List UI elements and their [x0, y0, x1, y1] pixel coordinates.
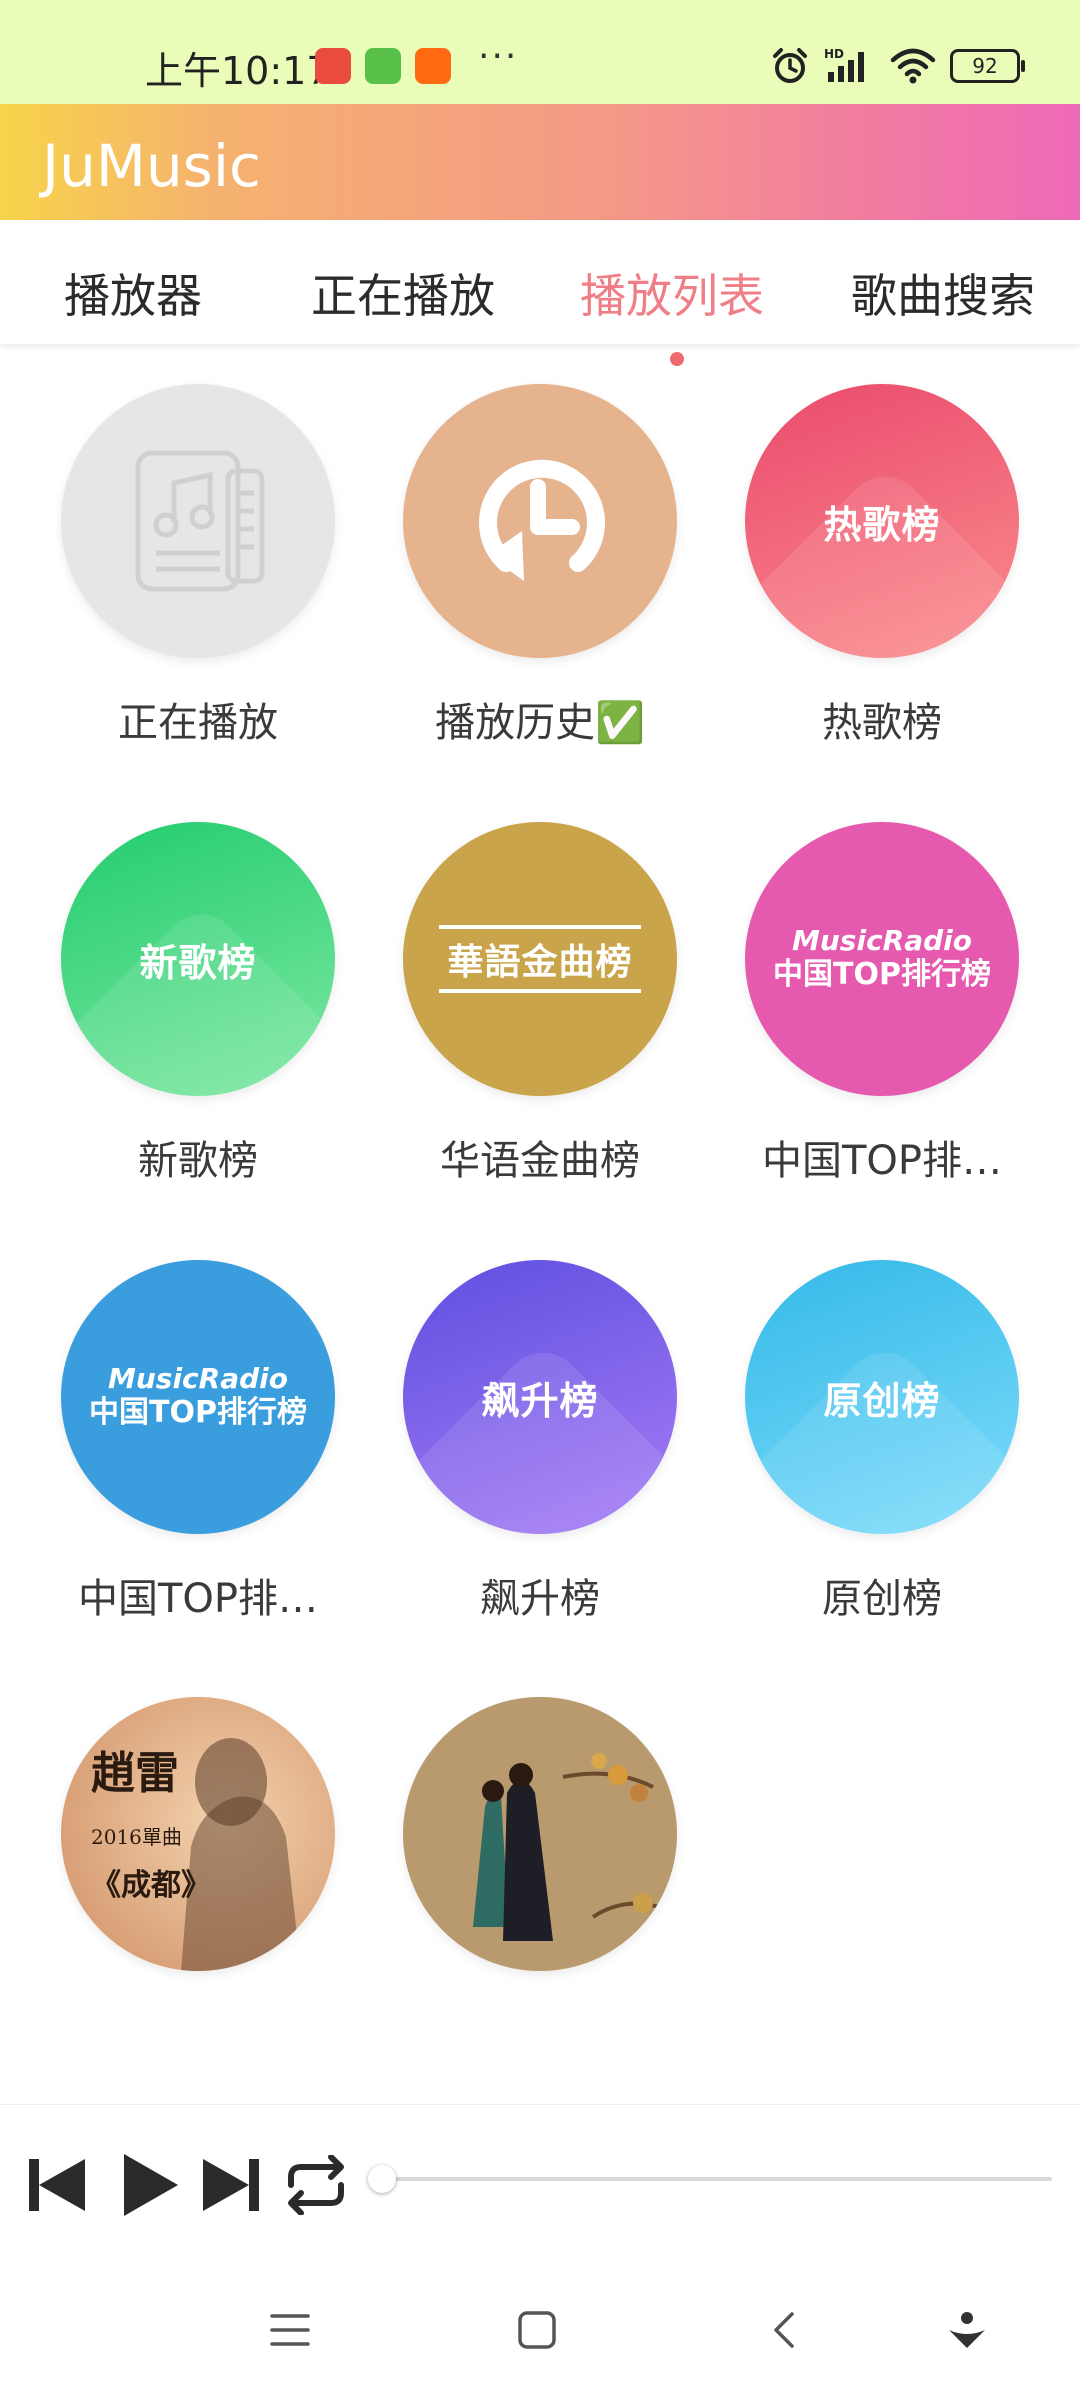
playlist-china-top-2[interactable]: MusicRadio 中国TOP排行榜 中国TOP排… [27, 1260, 369, 1680]
playlist-original[interactable]: 原创榜 原创榜 [711, 1260, 1053, 1680]
playlist-hot-songs[interactable]: 热歌榜 热歌榜 [711, 384, 1053, 804]
wifi-icon [890, 48, 936, 84]
signal-icon: HD [824, 47, 864, 82]
mini-player [0, 2104, 1080, 2261]
history-clock-icon [479, 459, 605, 581]
battery-level: 92 [972, 54, 998, 78]
progress-track[interactable] [384, 2177, 1052, 2181]
playlist-label: 飙升榜 [480, 1576, 600, 1622]
playlist-label: 原创榜 [822, 1576, 942, 1622]
cover-text: 原创榜 [823, 1378, 941, 1423]
cover-text: 飙升榜 [481, 1378, 599, 1423]
cover-text-bottom: 中国TOP排行榜 [89, 1395, 307, 1430]
tab-now-playing[interactable]: 正在播放 [311, 260, 495, 326]
playlist-cover: 新歌榜 [61, 822, 335, 1096]
playlist-cover [403, 1697, 677, 1971]
svg-text:HD: HD [824, 47, 844, 61]
progress-thumb[interactable] [368, 2165, 396, 2193]
playlist-cover: 飙升榜 [403, 1260, 677, 1534]
playlist-chengdu[interactable]: 趙雷 2016單曲 《成都》 [27, 1697, 369, 2117]
cover-text-bottom: 中国TOP排行榜 [773, 957, 991, 992]
cover-text-artist: 趙雷 [91, 1748, 179, 1799]
app-bar: JuMusic [0, 104, 1080, 220]
playlist-cover: 華語金曲榜 [403, 822, 677, 1096]
app-title: JuMusic [42, 132, 261, 200]
next-button[interactable] [192, 2145, 272, 2225]
play-button[interactable] [110, 2145, 190, 2225]
cover-text: 热歌榜 [823, 502, 941, 547]
playlist-label: 新歌榜 [138, 1138, 258, 1184]
status-bar: 上午10:17 ··· HD 92 [0, 0, 1080, 104]
home-square-icon [518, 2311, 556, 2349]
menu-nav-button[interactable] [255, 2300, 325, 2360]
playlist-label: 正在播放 [118, 700, 278, 746]
status-indicators: HD 92 [770, 44, 1025, 88]
previous-button[interactable] [16, 2145, 96, 2225]
skip-next-icon [203, 2159, 259, 2211]
home-nav-button[interactable] [502, 2300, 572, 2360]
playlist-couple-art[interactable] [369, 1697, 711, 2117]
tab-player[interactable]: 播放器 [64, 260, 202, 326]
system-nav-bar [0, 2260, 1080, 2400]
alarm-icon [773, 48, 807, 83]
playlist-rising[interactable]: 飙升榜 飙升榜 [369, 1260, 711, 1680]
cover-text: 新歌榜 [139, 940, 257, 985]
playlist-cover: 趙雷 2016單曲 《成都》 [61, 1697, 335, 1971]
status-time: 上午10:17 [145, 49, 331, 93]
playlist-label: 播放历史✅ [435, 700, 645, 746]
playlist-label: 热歌榜 [822, 700, 942, 746]
playlist-label: 中国TOP排… [77, 1576, 319, 1622]
back-nav-button[interactable] [748, 2300, 818, 2360]
playlist-label: 中国TOP排… [761, 1138, 1003, 1184]
cover-text-title: 《成都》 [91, 1868, 211, 1903]
play-icon [124, 2154, 178, 2216]
assistant-icon [949, 2312, 985, 2348]
tab-bar: 播放器 正在播放 播放列表 歌曲搜索 [0, 220, 1080, 344]
cover-text-year: 2016單曲 [91, 1825, 182, 1849]
playlist-cover: 热歌榜 [745, 384, 1019, 658]
playlist-cover [403, 384, 677, 658]
playlist-chinese-classics[interactable]: 華語金曲榜 华语金曲榜 [369, 822, 711, 1242]
playlist-cover [61, 384, 335, 658]
music-document-icon [135, 450, 265, 592]
cover-text-top: MusicRadio [108, 1362, 288, 1395]
playlist-history[interactable]: 播放历史✅ [369, 384, 711, 804]
repeat-icon [288, 2155, 344, 2215]
active-tab-indicator [670, 352, 684, 366]
menu-icon [270, 2314, 310, 2346]
mi-app-icon [415, 48, 451, 84]
back-chevron-icon [774, 2312, 794, 2348]
playlist-now-playing[interactable]: 正在播放 [27, 384, 369, 804]
download-icon [365, 48, 401, 84]
playlist-china-top-1[interactable]: MusicRadio 中国TOP排行榜 中国TOP排… [711, 822, 1053, 1242]
playlist-cover: 原创榜 [745, 1260, 1019, 1534]
playlist-cover: MusicRadio 中国TOP排行榜 [61, 1260, 335, 1534]
cover-text: 華語金曲榜 [447, 941, 633, 983]
assistant-nav-button[interactable] [932, 2300, 1002, 2360]
battery-indicator: 92 [950, 49, 1025, 83]
notification-app-icon [315, 48, 351, 84]
skip-previous-icon [29, 2159, 85, 2211]
cover-text-top: MusicRadio [792, 924, 972, 957]
tab-playlist[interactable]: 播放列表 [580, 260, 764, 326]
playlist-new-songs[interactable]: 新歌榜 新歌榜 [27, 822, 369, 1242]
more-notifications-icon: ··· [478, 36, 519, 77]
album-cover-couple-image [473, 1753, 660, 1941]
playlist-label: 华语金曲榜 [440, 1138, 640, 1184]
playlist-cover: MusicRadio 中国TOP排行榜 [745, 822, 1019, 1096]
repeat-button[interactable] [276, 2145, 356, 2225]
tab-song-search[interactable]: 歌曲搜索 [851, 260, 1035, 326]
